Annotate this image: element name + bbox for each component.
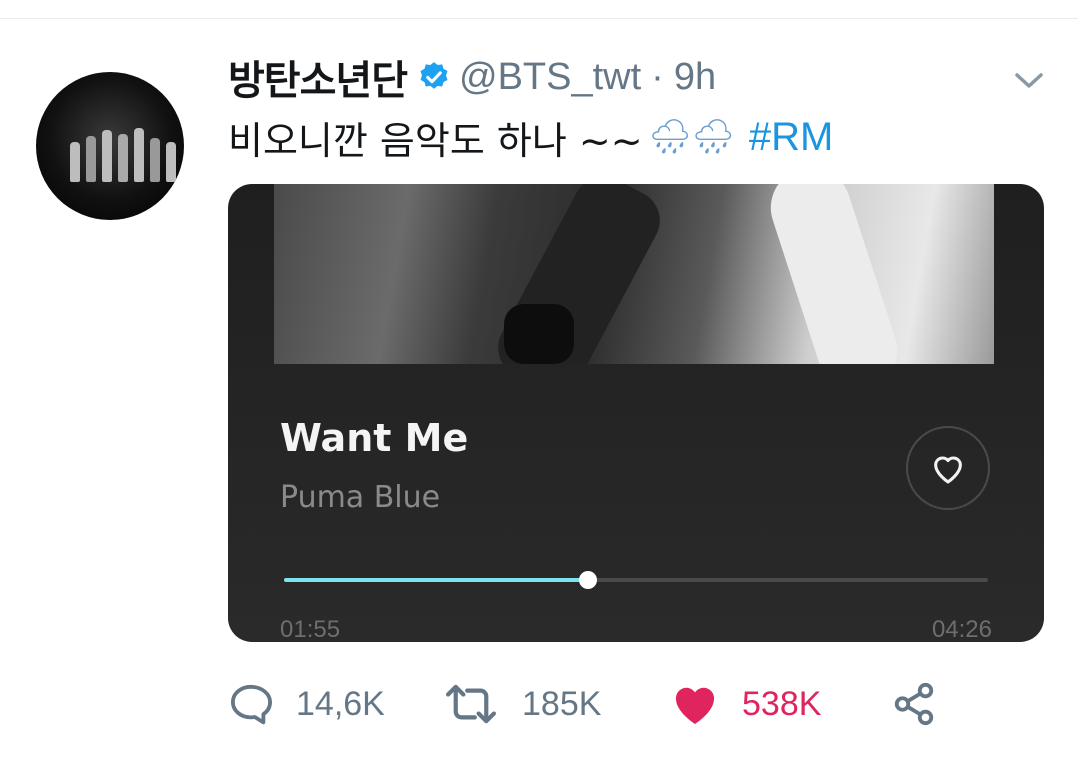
heart-filled-icon (675, 687, 715, 724)
hashtag-link[interactable]: #RM (749, 115, 833, 160)
like-song-button[interactable] (906, 426, 990, 510)
tweet-timestamp[interactable]: 9h (674, 56, 716, 99)
tweet-header: 방탄소년단 @BTS_twt · 9h (228, 52, 716, 105)
retweet-count: 185K (522, 684, 602, 723)
album-artwork (274, 184, 994, 364)
chevron-down-icon[interactable] (1012, 66, 1046, 94)
artist-name: Puma Blue (280, 480, 441, 515)
retweet-icon (445, 684, 497, 724)
total-time: 04:26 (931, 616, 992, 642)
retweet-button[interactable]: 185K (442, 676, 601, 732)
rain-cloud-emoji: 🌧🌧 (648, 117, 735, 157)
elapsed-time: 01:55 (280, 616, 341, 642)
tweet-text: 비오니깐 음악도 하나 ~~ 🌧🌧 #RM (228, 110, 833, 164)
header-separator: · (651, 55, 664, 98)
like-button[interactable]: 538K (670, 676, 821, 732)
verified-badge-icon (420, 62, 448, 89)
like-count: 538K (742, 684, 822, 723)
progress-fill (284, 578, 589, 582)
top-divider (0, 18, 1078, 19)
avatar[interactable] (36, 72, 184, 220)
reply-icon (230, 684, 273, 725)
music-player-card[interactable]: Want Me Puma Blue 01:55 04:26 (228, 184, 1044, 642)
tweet-actions: 14,6K 185K 538K (228, 676, 988, 732)
share-icon (894, 682, 934, 726)
user-handle[interactable]: @BTS_twt (459, 56, 641, 99)
reply-button[interactable]: 14,6K (228, 676, 385, 732)
progress-knob[interactable] (579, 571, 598, 589)
heart-outline-icon (934, 456, 962, 484)
share-button[interactable] (890, 676, 938, 732)
progress-bar[interactable] (284, 571, 988, 589)
song-title: Want Me (280, 416, 469, 460)
reply-count: 14,6K (296, 684, 385, 723)
tweet-body: 비오니깐 음악도 하나 ~~ (228, 118, 643, 163)
display-name[interactable]: 방탄소년단 (228, 48, 408, 106)
